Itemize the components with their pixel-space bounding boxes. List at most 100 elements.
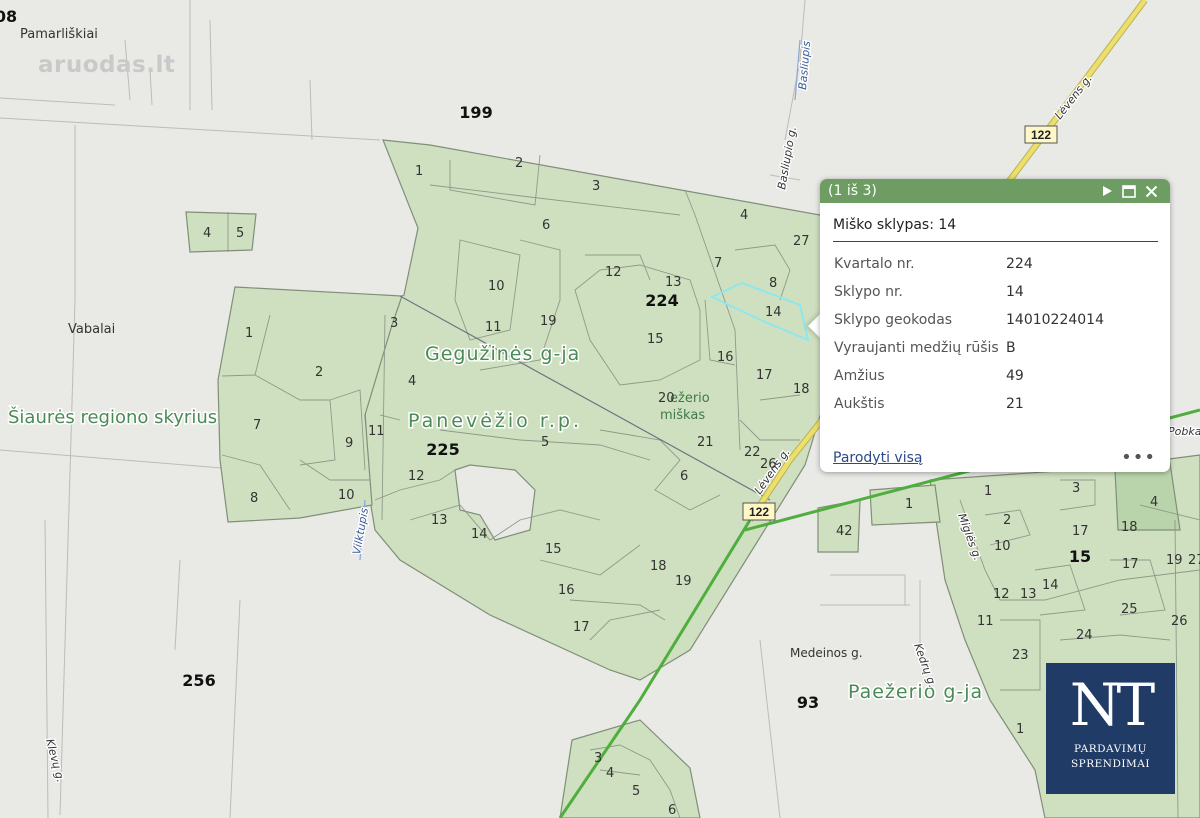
svg-text:22: 22 — [744, 445, 761, 460]
svg-text:16: 16 — [558, 583, 575, 598]
maximize-icon[interactable] — [1118, 184, 1140, 198]
svg-text:20: 20 — [658, 391, 675, 406]
svg-text:12: 12 — [993, 587, 1010, 602]
svg-text:18: 18 — [650, 559, 667, 574]
svg-text:8: 8 — [769, 276, 777, 291]
svg-text:13: 13 — [1020, 587, 1037, 602]
south-parcels-polygon[interactable] — [559, 719, 701, 818]
table-row: Sklypo geokodas 14010224014 — [834, 306, 1104, 334]
svg-text:42: 42 — [836, 524, 853, 539]
info-popup: (1 iš 3) Miško sklypas: 14 Kvartalo nr. 2… — [820, 179, 1170, 472]
svg-text:12: 12 — [605, 265, 622, 280]
quarter-label-15: 15 — [1069, 547, 1091, 566]
svg-text:17: 17 — [756, 368, 773, 383]
quarter-label-225: 225 — [426, 440, 459, 459]
popup-footer: Parodyti visą ••• — [833, 447, 1156, 468]
svg-text:11: 11 — [368, 424, 385, 439]
svg-text:4: 4 — [740, 208, 748, 223]
river-vilktupis-label: Vilktupis — [350, 507, 371, 556]
svg-text:17: 17 — [1072, 524, 1089, 539]
svg-text:1: 1 — [984, 484, 992, 499]
logo-line1: PARDAVIMŲ — [1074, 743, 1147, 755]
svg-text:12: 12 — [408, 469, 425, 484]
attr-value: 14010224014 — [1006, 312, 1104, 328]
svg-text:3: 3 — [1072, 481, 1080, 496]
show-all-link[interactable]: Parodyti visą — [833, 450, 922, 466]
svg-text:1: 1 — [1016, 722, 1024, 737]
attr-label: Aukštis — [834, 396, 885, 412]
svg-text:1: 1 — [905, 497, 913, 512]
svg-text:3: 3 — [390, 316, 398, 331]
svg-text:23: 23 — [1012, 648, 1029, 663]
svg-text:17: 17 — [573, 620, 590, 635]
svg-text:7: 7 — [253, 418, 261, 433]
svg-text:13: 13 — [665, 275, 682, 290]
svg-text:1: 1 — [245, 326, 253, 341]
svg-text:10: 10 — [488, 279, 505, 294]
svg-text:4: 4 — [1150, 495, 1158, 510]
street-medeinos: Medeinos g. — [790, 646, 863, 660]
attr-label: Vyraujanti medžių rūšis — [834, 340, 999, 356]
attr-value: 14 — [1006, 284, 1024, 300]
table-row: Kvartalo nr. 224 — [834, 250, 1104, 278]
logo-line2: SPRENDIMAI — [1070, 758, 1151, 770]
street-pobka: Pobka — [1168, 425, 1200, 438]
svg-text:27: 27 — [1188, 553, 1200, 568]
svg-text:4: 4 — [203, 226, 211, 241]
play-icon[interactable] — [1096, 185, 1118, 197]
svg-text:18: 18 — [1121, 520, 1138, 535]
svg-text:17: 17 — [1122, 557, 1139, 572]
svg-text:13: 13 — [431, 513, 448, 528]
attr-value: 224 — [1006, 256, 1033, 272]
region-panevezio: Panevėžio r.p. — [408, 410, 582, 432]
aruodas-watermark: aruodas.lt — [38, 52, 176, 78]
nt-logo: NT PARDAVIMŲ SPRENDIMAI — [1046, 663, 1175, 794]
region-siaures-skyrius: Šiaurės regiono skyrius — [8, 406, 217, 428]
svg-text:26: 26 — [1171, 614, 1188, 629]
small-parcel-polygon[interactable] — [185, 211, 257, 253]
svg-text:26: 26 — [760, 457, 777, 472]
svg-text:15: 15 — [647, 332, 664, 347]
street-levens-north: Lėvens g. — [1052, 72, 1095, 122]
more-options-icon[interactable]: ••• — [1121, 447, 1156, 468]
street-klevu: Klevų g. — [43, 737, 67, 783]
attr-label: Kvartalo nr. — [834, 256, 915, 272]
svg-text:2: 2 — [515, 156, 523, 171]
svg-text:4: 4 — [408, 374, 416, 389]
svg-text:24: 24 — [1076, 628, 1093, 643]
road-shield-122-south: 122 — [742, 502, 776, 521]
forest-label-line2: miškas — [660, 408, 705, 423]
popup-title: Miško sklypas: 14 — [833, 217, 1158, 242]
region-paezerio: Paežerio g-ja — [848, 681, 983, 703]
svg-text:1: 1 — [415, 164, 423, 179]
quarter-label-224: 224 — [645, 291, 678, 310]
svg-text:2: 2 — [1003, 513, 1011, 528]
attr-label: Sklypo geokodas — [834, 312, 953, 328]
svg-text:10: 10 — [338, 488, 355, 503]
svg-text:8: 8 — [250, 491, 258, 506]
quarter-label-256: 256 — [182, 671, 215, 690]
place-pamarliskiai: Pamarliškiai — [20, 27, 98, 42]
quarter-label-08: 08 — [0, 7, 17, 26]
svg-text:3: 3 — [594, 751, 602, 766]
svg-text:18: 18 — [793, 382, 810, 397]
street-basliupio: Basliupio g. — [775, 125, 799, 190]
svg-text:25: 25 — [1121, 602, 1138, 617]
table-row: Aukštis 21 — [834, 390, 1104, 418]
svg-text:19: 19 — [1166, 553, 1183, 568]
road-number-south: 122 — [749, 505, 769, 519]
road-number-north: 122 — [1031, 128, 1051, 142]
svg-text:9: 9 — [345, 436, 353, 451]
svg-text:14: 14 — [1042, 578, 1059, 593]
table-row: Vyraujanti medžių rūšis B — [834, 334, 1104, 362]
svg-text:21: 21 — [697, 435, 714, 450]
svg-text:14: 14 — [765, 305, 782, 320]
close-icon[interactable] — [1140, 185, 1162, 198]
svg-text:10: 10 — [994, 539, 1011, 554]
place-vabalai: Vabalai — [68, 322, 115, 337]
svg-text:14: 14 — [471, 527, 488, 542]
svg-text:6: 6 — [680, 469, 688, 484]
attribute-table: Kvartalo nr. 224 Sklypo nr. 14 Sklypo geok… — [834, 250, 1104, 418]
region-geguzines: Gegužinės g-ja — [425, 343, 580, 365]
svg-text:6: 6 — [542, 218, 550, 233]
